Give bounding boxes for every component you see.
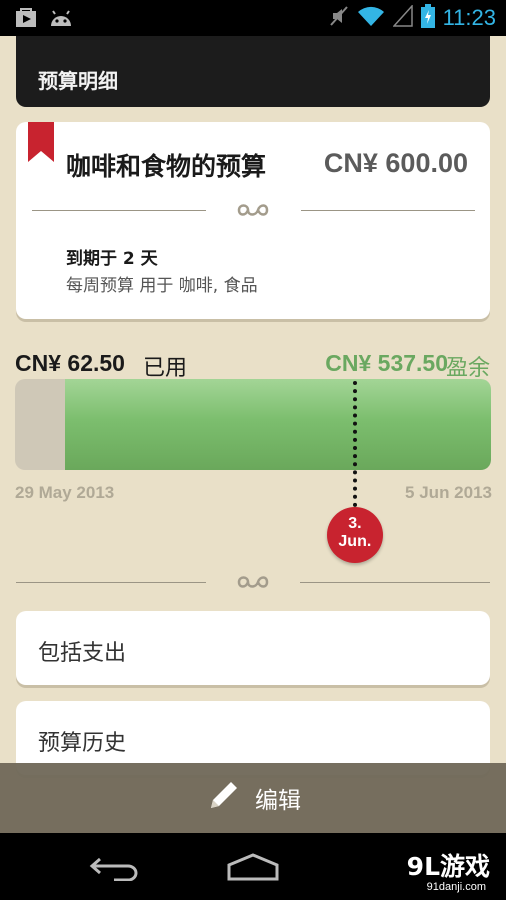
watermark-logo: 9L游戏	[406, 852, 490, 881]
budget-due: 到期于 2 天	[66, 249, 158, 269]
row-label: 预算历史	[38, 731, 127, 756]
include-expenses-row[interactable]: 包括支出	[16, 611, 490, 685]
period-end-date: 5 Jun 2013	[405, 483, 492, 502]
section-header: 预算明细	[16, 36, 490, 107]
budget-description: 每周预算 用于 咖啡, 食品	[66, 276, 258, 296]
spent-amount: CN¥ 62.50	[15, 350, 125, 376]
page-title: 预算明细	[38, 69, 118, 93]
ornament-icon	[236, 202, 270, 222]
android-icon	[48, 6, 74, 32]
status-bar: 11:23	[0, 0, 506, 36]
today-day: 3.	[348, 515, 362, 532]
budget-card[interactable]: 咖啡和食物的预算 CN¥ 600.00 到期于 2 天 每周预算 用于 咖啡, …	[16, 122, 490, 319]
section-divider-right	[300, 582, 490, 583]
bookmark-ribbon-icon	[28, 122, 54, 166]
spent-label: 已用	[143, 356, 188, 381]
divider-right	[301, 210, 475, 211]
budget-progress-bar	[15, 379, 491, 470]
edit-label: 编辑	[255, 788, 301, 814]
back-icon[interactable]	[88, 853, 138, 885]
remaining-amount: CN¥ 537.50	[325, 350, 448, 376]
row-label: 包括支出	[38, 641, 127, 666]
section-divider-left	[16, 582, 206, 583]
home-icon[interactable]	[226, 853, 280, 885]
budget-amount: CN¥ 600.00	[323, 148, 468, 178]
bottom-action-bar: 编辑	[0, 763, 506, 833]
pencil-icon	[205, 778, 241, 818]
clock: 11:23	[442, 5, 496, 30]
period-start-date: 29 May 2013	[15, 483, 115, 502]
remaining-label: 盈余	[445, 356, 490, 381]
watermark-url: 91danji.com	[426, 881, 486, 893]
signal-icon	[391, 4, 413, 31]
battery-charging-icon	[420, 4, 435, 32]
today-marker-line	[352, 381, 357, 507]
play-store-icon	[14, 6, 38, 32]
wifi-icon	[357, 5, 385, 31]
edit-button[interactable]: 编辑	[0, 763, 506, 833]
today-month: Jun.	[338, 533, 372, 550]
muted-icon	[329, 4, 349, 32]
budget-name: 咖啡和食物的预算	[66, 152, 267, 181]
navigation-bar: 9L游戏 91danji.com	[0, 833, 506, 900]
ornament-icon	[236, 574, 270, 594]
remaining-fill	[64, 379, 491, 470]
divider-left	[32, 210, 206, 211]
today-badge: 3. Jun.	[326, 507, 383, 563]
